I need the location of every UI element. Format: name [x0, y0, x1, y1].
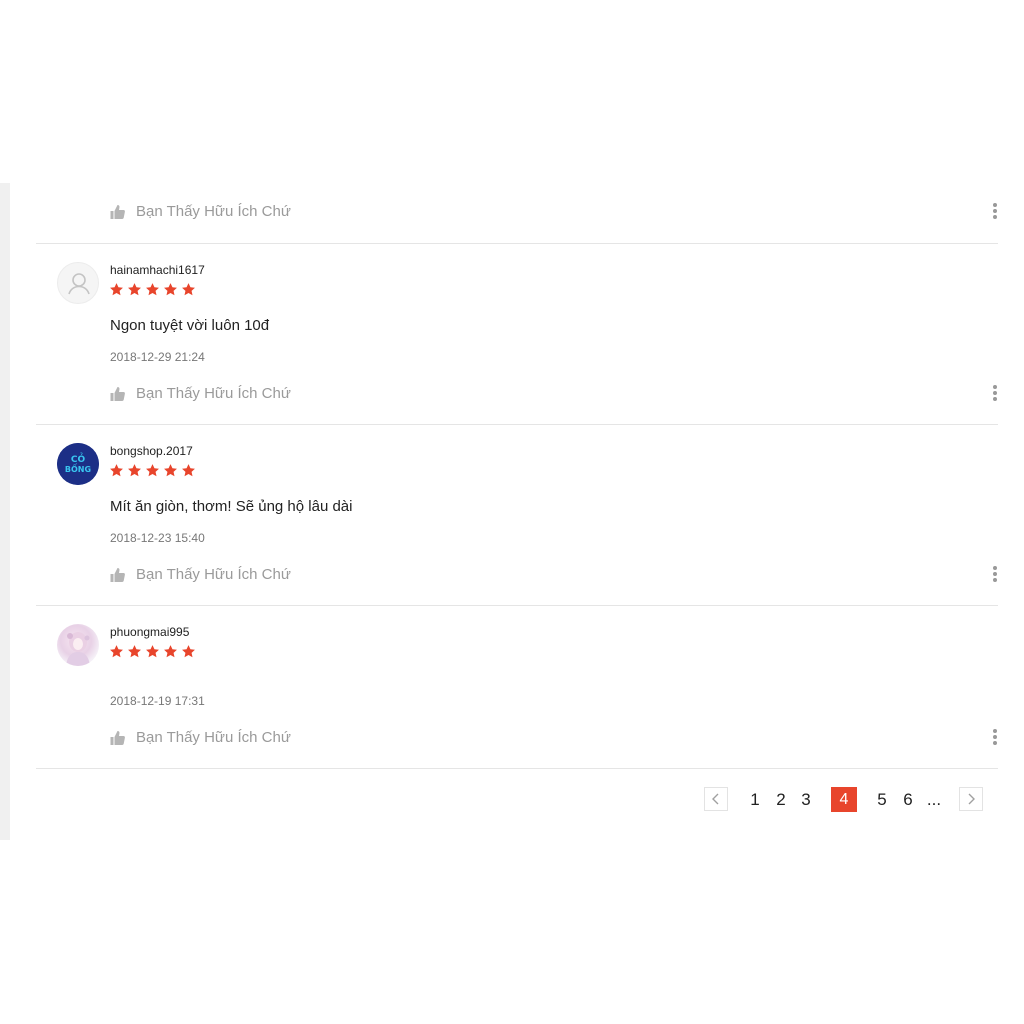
- review-date: 2018-12-29 21:24: [110, 350, 205, 364]
- page-button[interactable]: 2: [768, 787, 794, 813]
- star-icon: [182, 645, 195, 658]
- star-icon: [182, 464, 195, 477]
- review-comment: Mít ăn giòn, thơm! Sẽ ủng hộ lâu dài: [110, 498, 353, 515]
- review-comment: Ngon tuyệt vời luôn 10đ: [110, 317, 270, 334]
- next-page-button[interactable]: [959, 787, 983, 811]
- star-icon: [146, 464, 159, 477]
- star-icon: [164, 283, 177, 296]
- helpful-label: Bạn Thấy Hữu Ích Chứ: [136, 729, 291, 746]
- star-icon: [128, 645, 141, 658]
- reviews-panel: Bạn Thấy Hữu Ích Chứ hainamhachi1617 Ngo…: [36, 183, 998, 769]
- thumbs-up-icon: [110, 386, 125, 401]
- helpful-button[interactable]: Bạn Thấy Hữu Ích Chứ: [109, 385, 291, 402]
- star-icon: [128, 283, 141, 296]
- page-button-current[interactable]: 4: [831, 787, 857, 812]
- page-button[interactable]: 1: [742, 787, 768, 813]
- star-icon: [146, 283, 159, 296]
- avatar[interactable]: CỎ BỐNG: [57, 443, 99, 485]
- avatar[interactable]: [57, 624, 99, 666]
- helpful-button[interactable]: Bạn Thấy Hữu Ích Chứ: [109, 203, 291, 220]
- avatar[interactable]: [57, 262, 99, 304]
- star-icon: [182, 283, 195, 296]
- review-item: phuongmai995 2018-12-19 17:31 Bạn Thấy H…: [36, 606, 998, 768]
- review-item: hainamhachi1617 Ngon tuyệt vời luôn 10đ …: [36, 244, 998, 424]
- star-icon: [164, 645, 177, 658]
- star-icon: [110, 464, 123, 477]
- thumbs-up-icon: [110, 204, 125, 219]
- anime-girl-photo-icon: [66, 632, 90, 666]
- more-options-icon[interactable]: [992, 729, 998, 749]
- thumbs-up-icon: [110, 730, 125, 745]
- page-button[interactable]: 6: [895, 787, 921, 813]
- review-date: 2018-12-19 17:31: [110, 694, 205, 708]
- star-icon: [146, 645, 159, 658]
- star-icon: [110, 645, 123, 658]
- chevron-left-icon: [712, 793, 719, 805]
- page-button[interactable]: 5: [869, 787, 895, 813]
- prev-page-button[interactable]: [704, 787, 728, 811]
- star-icon: [128, 464, 141, 477]
- helpful-label: Bạn Thấy Hữu Ích Chứ: [136, 566, 291, 583]
- review-item: CỎ BỐNG bongshop.2017 Mít ăn giòn, thơm!…: [36, 425, 998, 605]
- helpful-label: Bạn Thấy Hữu Ích Chứ: [136, 203, 291, 220]
- default-user-icon: [68, 273, 90, 295]
- star-rating: [109, 644, 196, 659]
- helpful-label: Bạn Thấy Hữu Ích Chứ: [136, 385, 291, 402]
- chevron-right-icon: [968, 793, 975, 805]
- reviewer-username[interactable]: bongshop.2017: [110, 444, 193, 458]
- more-options-icon[interactable]: [992, 566, 998, 586]
- shop-logo-icon: CỎ BỐNG: [57, 443, 99, 485]
- reviewer-username[interactable]: phuongmai995: [110, 625, 189, 639]
- thumbs-up-icon: [110, 567, 125, 582]
- page-button[interactable]: 3: [793, 787, 819, 813]
- helpful-button[interactable]: Bạn Thấy Hữu Ích Chứ: [109, 729, 291, 746]
- star-rating: [109, 463, 196, 478]
- helpful-button[interactable]: Bạn Thấy Hữu Ích Chứ: [109, 566, 291, 583]
- star-rating: [109, 282, 196, 297]
- star-icon: [164, 464, 177, 477]
- more-options-icon[interactable]: [992, 385, 998, 405]
- page-ellipsis: ...: [926, 790, 942, 809]
- more-options-icon[interactable]: [992, 203, 998, 223]
- pagination: 1 2 3 4 5 6 ...: [704, 787, 986, 813]
- review-date: 2018-12-23 15:40: [110, 531, 205, 545]
- star-icon: [110, 283, 123, 296]
- reviewer-username[interactable]: hainamhachi1617: [110, 263, 205, 277]
- divider: [36, 768, 998, 769]
- helpful-row: Bạn Thấy Hữu Ích Chứ: [36, 183, 998, 243]
- left-sidebar-strip: [0, 183, 10, 840]
